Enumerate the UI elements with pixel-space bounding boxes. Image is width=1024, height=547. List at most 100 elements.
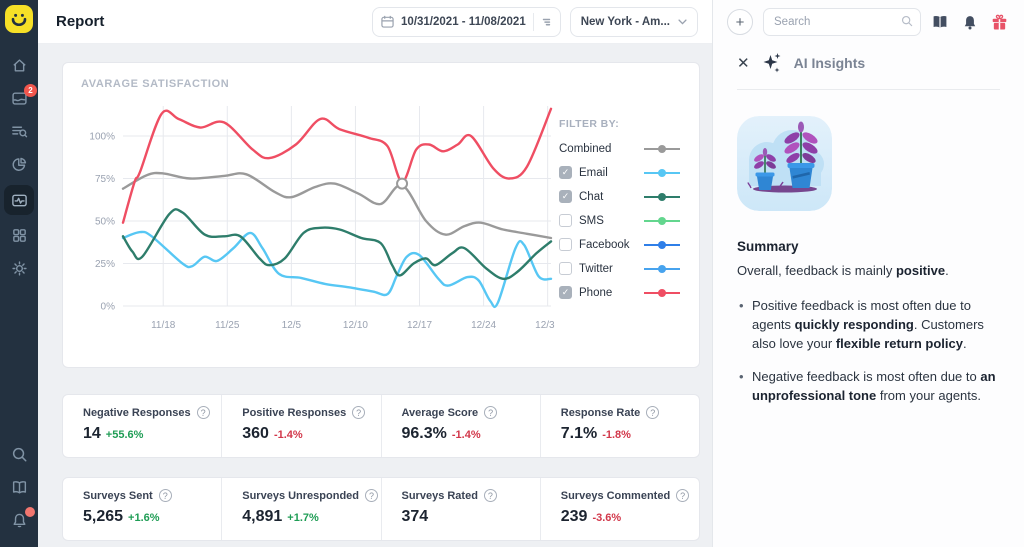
grid-icon bbox=[12, 229, 26, 242]
stat-surveys-commented: Surveys Commented? 239 -3.6% bbox=[539, 478, 699, 540]
legend-label: Facebook bbox=[579, 238, 630, 251]
help-icon[interactable]: ? bbox=[365, 489, 379, 502]
help-icon[interactable]: ? bbox=[646, 406, 660, 419]
sidebar-item-queue-search[interactable] bbox=[0, 115, 38, 148]
search-box bbox=[763, 8, 921, 36]
checkbox-phone[interactable]: ✓ bbox=[559, 286, 572, 299]
book-icon bbox=[933, 16, 947, 28]
sidebar-bottom-group bbox=[0, 438, 38, 537]
active-tile bbox=[4, 185, 34, 215]
date-range-value: 10/31/2021 - 11/08/2021 bbox=[401, 15, 526, 28]
stat-average-score: Average Score? 96.3% -1.4% bbox=[380, 395, 540, 457]
sidebar-item-apps[interactable] bbox=[0, 219, 38, 252]
legend-label: Email bbox=[579, 166, 608, 179]
help-icon[interactable]: ? bbox=[352, 406, 366, 419]
chevron-down-icon bbox=[678, 18, 687, 24]
stat-value: 14 bbox=[83, 425, 101, 442]
knowledge-base-button[interactable] bbox=[931, 14, 949, 30]
svg-text:0%: 0% bbox=[101, 302, 116, 313]
insight-bullets: Positive feedback is most often due to a… bbox=[737, 297, 1000, 406]
add-button[interactable]: + bbox=[727, 9, 753, 35]
checkbox-chat[interactable]: ✓ bbox=[559, 190, 572, 203]
checkbox-sms[interactable] bbox=[559, 214, 572, 227]
search-icon bbox=[12, 447, 26, 462]
ai-insights-panel: + ✕ AI Insights bbox=[712, 0, 1024, 547]
help-icon[interactable]: ? bbox=[196, 406, 210, 419]
svg-text:75%: 75% bbox=[95, 174, 115, 185]
line-swatch-icon bbox=[644, 168, 680, 177]
checkbox-twitter[interactable] bbox=[559, 262, 572, 275]
legend-item-chat[interactable]: ✓ Chat bbox=[559, 190, 681, 203]
legend-item-facebook[interactable]: Facebook bbox=[559, 238, 681, 251]
ai-insights-title: AI Insights bbox=[793, 55, 866, 71]
summary-heading: Summary bbox=[737, 239, 799, 254]
stats-row-2: Surveys Sent? 5,265 +1.6% Surveys Unrespo… bbox=[62, 477, 700, 541]
inbox-badge: 2 bbox=[24, 84, 37, 97]
sidebar: 2 bbox=[0, 0, 38, 547]
stat-positive-responses: Positive Responses? 360 -1.4% bbox=[221, 395, 380, 457]
stat-response-rate: Response Rate? 7.1% -1.8% bbox=[539, 395, 699, 457]
stat-value: 96.3% bbox=[401, 425, 447, 442]
legend-item-combined[interactable]: Combined bbox=[559, 143, 681, 155]
chart-plot-area: 11/18 11/25 12/5 12/10 12/17 12/24 12/31 100% 75… bbox=[81, 92, 561, 349]
line-swatch-icon bbox=[644, 240, 680, 249]
sidebar-item-search[interactable] bbox=[0, 438, 38, 471]
search-input[interactable] bbox=[763, 8, 921, 36]
ai-insights-header: ✕ AI Insights bbox=[737, 52, 1000, 90]
location-select[interactable]: New York - Am... bbox=[569, 6, 698, 37]
stat-delta: -1.4% bbox=[273, 429, 303, 441]
line-swatch-icon bbox=[644, 216, 680, 225]
sidebar-item-notifications[interactable] bbox=[0, 504, 38, 537]
stat-delta: +1.7% bbox=[287, 512, 319, 524]
list-search-icon bbox=[11, 126, 27, 138]
legend-label: Phone bbox=[579, 286, 613, 299]
sidebar-item-reports-pie[interactable] bbox=[0, 148, 38, 181]
sidebar-item-settings[interactable] bbox=[0, 252, 38, 285]
svg-text:12/17: 12/17 bbox=[407, 320, 432, 331]
app-logo[interactable] bbox=[5, 5, 33, 33]
legend-item-sms[interactable]: SMS bbox=[559, 214, 681, 227]
plants-illustration bbox=[737, 116, 832, 211]
insight-bullet-negative: Negative feedback is most often due to a… bbox=[737, 368, 1000, 406]
sparkles-icon bbox=[762, 52, 782, 74]
close-icon[interactable]: ✕ bbox=[737, 56, 750, 71]
stat-label: Positive Responses bbox=[242, 406, 347, 419]
checkbox-facebook[interactable] bbox=[559, 238, 572, 251]
stat-delta: +55.6% bbox=[105, 429, 144, 441]
summary-text: Overall, feedback is mainly positive. bbox=[737, 263, 949, 278]
help-icon[interactable]: ? bbox=[158, 489, 172, 502]
legend-label: Chat bbox=[579, 190, 604, 203]
panel-top-bar: + bbox=[713, 0, 1024, 44]
chart-legend: FILTER BY: Combined ✓ Email ✓ Chat SMS Faceboo… bbox=[555, 92, 681, 349]
line-swatch-icon bbox=[644, 192, 680, 201]
help-icon[interactable]: ? bbox=[484, 406, 498, 419]
stat-label: Surveys Commented bbox=[560, 489, 671, 502]
sidebar-item-analytics-active[interactable] bbox=[0, 181, 38, 219]
legend-item-phone[interactable]: ✓ Phone bbox=[559, 286, 681, 299]
panel-icons bbox=[931, 14, 1008, 31]
notifications-button[interactable] bbox=[962, 14, 978, 31]
gear-icon bbox=[11, 261, 27, 276]
chart-legend-items: Combined ✓ Email ✓ Chat SMS Facebook Twitter ✓ Ph… bbox=[559, 143, 681, 299]
header-controls: 10/31/2021 - 11/08/2021 New York - Am... bbox=[372, 6, 698, 37]
help-icon[interactable]: ? bbox=[676, 489, 690, 502]
checkbox-email[interactable]: ✓ bbox=[559, 166, 572, 179]
satisfaction-chart: 11/18 11/25 12/5 12/10 12/17 12/24 12/31 100% 75… bbox=[89, 106, 561, 331]
stat-delta: -1.4% bbox=[451, 429, 481, 441]
legend-item-twitter[interactable]: Twitter bbox=[559, 262, 681, 275]
stat-value: 374 bbox=[401, 508, 429, 525]
sidebar-item-inbox[interactable]: 2 bbox=[0, 82, 38, 115]
legend-item-email[interactable]: ✓ Email bbox=[559, 166, 681, 179]
svg-text:25%: 25% bbox=[95, 259, 115, 270]
chart-title: AVARAGE SATISFACTION bbox=[81, 78, 230, 90]
help-icon[interactable]: ? bbox=[483, 489, 497, 502]
line-swatch-icon bbox=[644, 264, 680, 273]
rewards-button[interactable] bbox=[991, 14, 1008, 31]
monitor-pulse-icon bbox=[11, 194, 27, 206]
sidebar-item-docs[interactable] bbox=[0, 471, 38, 504]
stat-label: Surveys Unresponded bbox=[242, 489, 360, 502]
date-range-picker[interactable]: 10/31/2021 - 11/08/2021 bbox=[372, 6, 561, 37]
sidebar-item-home[interactable] bbox=[0, 49, 38, 82]
stats-row-1: Negative Responses? 14 +55.6% Positive Re… bbox=[62, 394, 700, 458]
stat-value: 360 bbox=[242, 425, 269, 442]
